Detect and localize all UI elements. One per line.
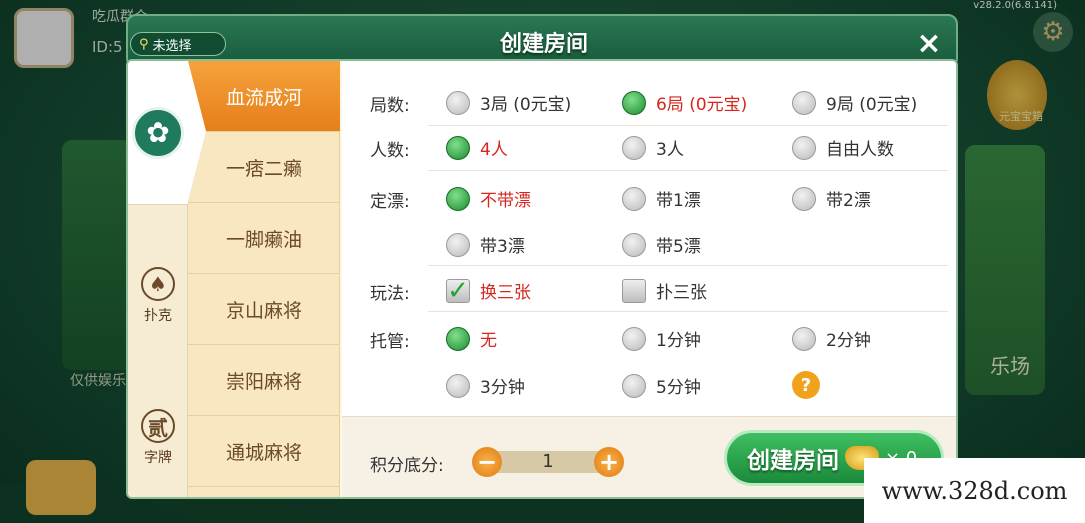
option-label: 3人 <box>656 140 684 160</box>
category-label: 扑克 <box>144 308 172 324</box>
trustee-help[interactable]: ? <box>792 371 820 399</box>
game-list: 血流成河 一痞二癞 一脚癞油 京山麻将 崇阳麻将 通城麻将 <box>188 61 340 497</box>
play-label: 玩法: <box>370 284 410 304</box>
score-stepper[interactable]: 1 − + <box>472 447 624 477</box>
spade-icon: ♠ <box>141 267 175 301</box>
radio-icon <box>792 135 816 160</box>
players-option-free[interactable]: 自由人数 <box>792 135 894 160</box>
option-label: 3分钟 <box>480 378 525 398</box>
option-label: 5分钟 <box>656 378 701 398</box>
dialog-title: 创建房间 <box>499 32 588 57</box>
score-value: 1 <box>486 451 610 473</box>
option-label: 带2漂 <box>826 191 871 211</box>
watermark: www.328d.com <box>864 458 1085 523</box>
option-label: 2分钟 <box>826 331 871 351</box>
option-label: 9局 (0元宝) <box>826 95 918 115</box>
radio-icon <box>792 90 816 115</box>
piao-label: 定漂: <box>370 192 410 212</box>
radio-icon <box>792 326 816 351</box>
option-label: 1分钟 <box>656 331 701 351</box>
dialog-body: ✿ ♠ 扑克 贰 字牌 血流成河 一痞二癞 一脚癞油 京山麻将 崇阳麻将 通城麻… <box>126 59 958 499</box>
players-label: 人数: <box>370 141 410 161</box>
option-label: 自由人数 <box>826 140 894 160</box>
game-item-xueliuchenghe[interactable]: 血流成河 <box>188 61 340 132</box>
play-option-pu-three[interactable]: 扑三张 <box>622 278 707 303</box>
category-label: 字牌 <box>144 450 172 466</box>
radio-icon <box>622 373 646 398</box>
rounds-option-6[interactable]: 6局 (0元宝) <box>622 90 747 115</box>
trustee-option-3min[interactable]: 3分钟 <box>446 373 525 398</box>
category-column: ✿ ♠ 扑克 贰 字牌 <box>128 61 188 497</box>
trustee-option-none[interactable]: 无 <box>446 326 497 351</box>
option-label: 无 <box>480 331 497 351</box>
category-mahjong[interactable]: ✿ <box>128 61 188 205</box>
radio-icon <box>622 232 646 257</box>
trustee-option-5min[interactable]: 5分钟 <box>622 373 701 398</box>
radio-checked-icon <box>446 135 470 160</box>
players-option-4[interactable]: 4人 <box>446 135 508 160</box>
piao-option-2[interactable]: 带2漂 <box>792 186 871 211</box>
piao-option-none[interactable]: 不带漂 <box>446 186 531 211</box>
option-label: 6局 (0元宝) <box>656 95 748 115</box>
divider <box>428 170 948 171</box>
option-label: 带5漂 <box>656 237 701 257</box>
checkbox-icon <box>622 278 646 303</box>
divider <box>428 125 948 126</box>
radio-icon <box>446 90 470 115</box>
game-item-jingshan[interactable]: 京山麻将 <box>188 274 340 345</box>
radio-icon <box>792 186 816 211</box>
game-item-yijiaolaiyou[interactable]: 一脚癞油 <box>188 203 340 274</box>
radio-icon <box>622 186 646 211</box>
game-item-chongyang[interactable]: 崇阳麻将 <box>188 345 340 416</box>
plus-button[interactable]: + <box>594 447 624 477</box>
option-label: 不带漂 <box>480 191 531 211</box>
minus-button[interactable]: − <box>472 447 502 477</box>
option-label: 换三张 <box>480 283 531 303</box>
players-option-3[interactable]: 3人 <box>622 135 684 160</box>
close-button[interactable]: × <box>914 29 944 60</box>
piao-option-5[interactable]: 带5漂 <box>622 232 701 257</box>
location-pin-icon: ⚲ <box>139 36 149 52</box>
score-label: 积分底分: <box>370 456 444 476</box>
option-label: 3局 (0元宝) <box>480 95 572 115</box>
option-label: 带3漂 <box>480 237 525 257</box>
er-icon: 贰 <box>141 409 175 443</box>
radio-icon <box>622 135 646 160</box>
option-label: 4人 <box>480 140 508 160</box>
piao-option-1[interactable]: 带1漂 <box>622 186 701 211</box>
radio-icon <box>446 373 470 398</box>
option-label: 带1漂 <box>656 191 701 211</box>
options-panel: 局数: 3局 (0元宝) 6局 (0元宝) 9局 (0元宝) 人数: 4人 3人… <box>342 61 956 497</box>
checkbox-checked-icon: ✓ <box>446 275 470 306</box>
location-label: 未选择 <box>152 38 192 54</box>
category-word-cards[interactable]: 贰 字牌 <box>128 383 188 493</box>
radio-icon <box>622 326 646 351</box>
create-room-dialog: 创建房间 ⚲ 未选择 × ✿ ♠ 扑克 贰 字牌 血流成河 一痞二癞 一脚癞油 <box>126 14 958 499</box>
option-label: 扑三张 <box>656 283 707 303</box>
mahjong-icon: ✿ <box>132 106 184 159</box>
help-icon: ? <box>792 371 820 399</box>
trustee-option-1min[interactable]: 1分钟 <box>622 326 701 351</box>
category-poker[interactable]: ♠ 扑克 <box>128 241 188 351</box>
divider <box>428 265 948 266</box>
rounds-option-3[interactable]: 3局 (0元宝) <box>446 90 571 115</box>
game-item-yipierlai[interactable]: 一痞二癞 <box>188 132 340 203</box>
create-room-label: 创建房间 <box>747 448 839 474</box>
trustee-label: 托管: <box>370 332 410 352</box>
piao-option-3[interactable]: 带3漂 <box>446 232 525 257</box>
radio-icon <box>446 232 470 257</box>
category-pointer <box>188 61 206 201</box>
rounds-label: 局数: <box>370 96 410 116</box>
play-option-swap-three[interactable]: ✓ 换三张 <box>446 275 531 306</box>
game-item-tongcheng[interactable]: 通城麻将 <box>188 416 340 487</box>
radio-checked-icon <box>622 90 646 115</box>
location-selector[interactable]: ⚲ 未选择 <box>130 32 226 56</box>
divider <box>428 311 948 312</box>
rounds-option-9[interactable]: 9局 (0元宝) <box>792 90 917 115</box>
radio-checked-icon <box>446 326 470 351</box>
trustee-option-2min[interactable]: 2分钟 <box>792 326 871 351</box>
radio-checked-icon <box>446 186 470 211</box>
